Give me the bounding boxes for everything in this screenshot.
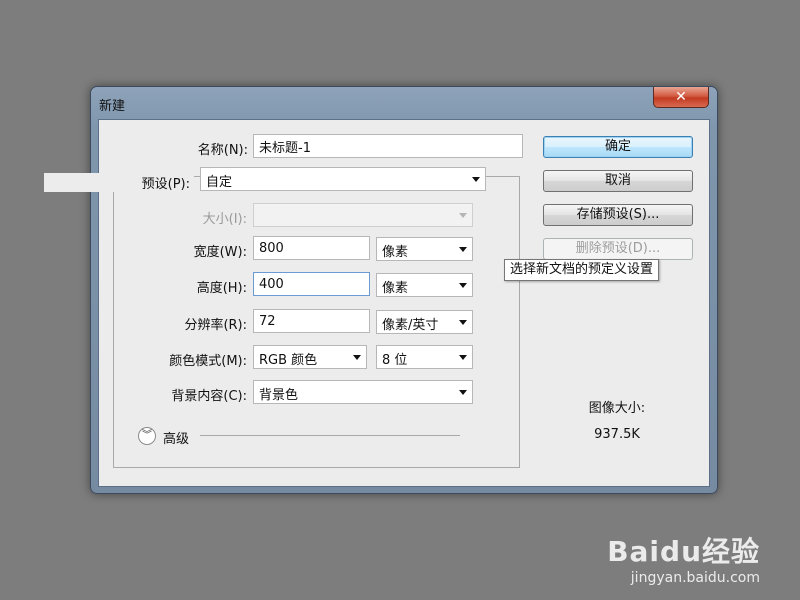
resolution-unit-value: 像素/英寸 — [382, 318, 439, 333]
advanced-label[interactable]: 高级 — [163, 428, 189, 447]
chevron-down-icon — [459, 390, 467, 395]
bit-depth-select[interactable]: 8 位 — [376, 345, 473, 369]
width-label: 宽度(W): — [193, 245, 247, 260]
preset-select[interactable]: 自定 — [200, 167, 486, 191]
color-mode-label: 颜色模式(M): — [169, 354, 247, 369]
width-unit-value: 像素 — [382, 245, 409, 260]
title-bar[interactable]: 新建 ✕ — [91, 87, 717, 119]
color-mode-value: RGB 颜色 — [259, 353, 318, 368]
height-input[interactable] — [253, 272, 370, 296]
image-size-label: 图像大小: — [588, 401, 646, 416]
size-select[interactable] — [253, 203, 473, 227]
preset-label: 预设(P): — [44, 173, 194, 192]
background-value: 背景色 — [259, 388, 299, 403]
preset-tooltip: 选择新文档的预定义设置 — [504, 259, 660, 281]
watermark-url: jingyan.baidu.com — [630, 570, 760, 586]
cancel-button[interactable]: 取消 — [543, 170, 693, 192]
save-preset-button[interactable]: 存储预设(S)... — [543, 204, 693, 226]
advanced-divider — [200, 435, 460, 436]
ok-button[interactable]: 确定 — [543, 136, 693, 158]
baidu-watermark: Baidu经验 jingyan.baidu.com — [607, 530, 760, 586]
color-mode-select[interactable]: RGB 颜色 — [253, 345, 367, 369]
chevron-down-icon — [459, 213, 467, 218]
chevron-down-icon — [472, 177, 480, 182]
width-unit-select[interactable]: 像素 — [376, 237, 473, 261]
preset-value: 自定 — [206, 175, 233, 190]
width-input[interactable] — [253, 236, 370, 260]
chevron-down-icon — [353, 355, 361, 360]
chevron-down-icon — [459, 320, 467, 325]
double-chevron-down-icon[interactable]: ︾ — [138, 427, 156, 445]
chevron-down-icon — [459, 247, 467, 252]
close-button[interactable]: ✕ — [653, 87, 709, 108]
image-size-value: 937.5K — [594, 427, 640, 442]
resolution-unit-select[interactable]: 像素/英寸 — [376, 310, 473, 334]
watermark-logo: Baidu经验 — [607, 535, 760, 568]
name-input[interactable] — [253, 134, 523, 158]
background-select[interactable]: 背景色 — [253, 380, 473, 404]
delete-preset-button[interactable]: 删除预设(D)... — [543, 238, 693, 260]
name-label: 名称(N): — [197, 143, 248, 158]
height-unit-value: 像素 — [382, 281, 409, 296]
bit-depth-value: 8 位 — [382, 353, 408, 368]
height-unit-select[interactable]: 像素 — [376, 273, 473, 297]
background-label: 背景内容(C): — [171, 389, 247, 404]
chevron-down-icon — [459, 283, 467, 288]
height-label: 高度(H): — [196, 281, 247, 296]
size-label: 大小(I): — [202, 212, 247, 227]
resolution-input[interactable] — [253, 309, 370, 333]
chevron-down-icon — [459, 355, 467, 360]
close-icon: ✕ — [675, 89, 687, 105]
dialog-title: 新建 — [99, 99, 126, 114]
resolution-label: 分辨率(R): — [184, 318, 247, 333]
